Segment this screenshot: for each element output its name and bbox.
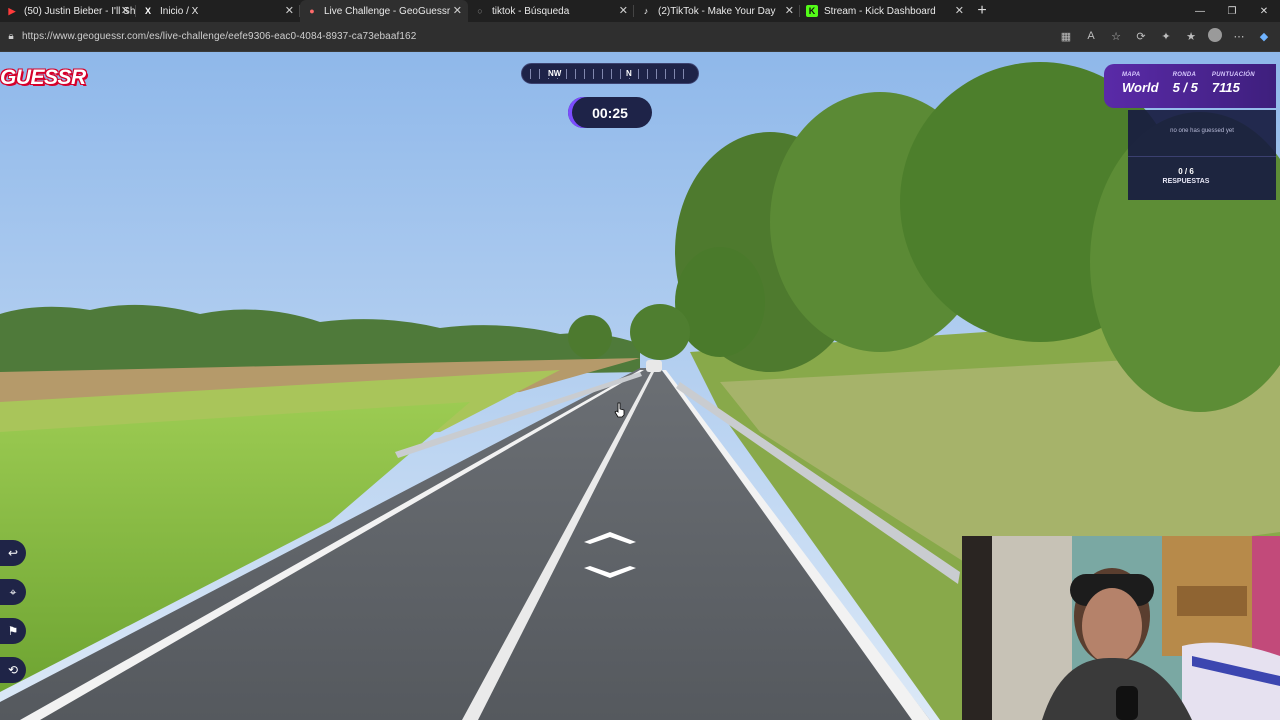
- address-bar: 🔒︎ https://www.geoguessr.com/es/live-cha…: [0, 22, 1280, 52]
- new-tab-button[interactable]: +: [970, 0, 994, 22]
- compass-bar: NW N: [521, 63, 699, 84]
- webcam-feed-image: [962, 536, 1280, 720]
- app-available-icon[interactable]: ▦: [1058, 28, 1074, 44]
- divider: [1128, 156, 1276, 157]
- close-tab-icon[interactable]: ✕: [619, 4, 628, 17]
- favorites-icon[interactable]: ★: [1183, 28, 1199, 44]
- tab-label: tiktok - Búsqueda: [492, 5, 570, 17]
- tab-label: Stream - Kick Dashboard: [824, 5, 936, 17]
- close-window-icon[interactable]: ✕: [1248, 0, 1280, 22]
- tab-label: (2)TikTok - Make Your Day: [658, 5, 776, 17]
- flag-button[interactable]: ⚑: [0, 618, 26, 644]
- close-tab-icon[interactable]: ✕: [785, 4, 794, 17]
- tab-kick[interactable]: K Stream - Kick Dashboard ✕: [800, 0, 970, 22]
- undo-button[interactable]: ⟲: [0, 657, 26, 683]
- score-label: PUNTUACIÓN: [1211, 72, 1255, 78]
- copilot-icon[interactable]: ◆: [1256, 28, 1272, 44]
- return-to-start-button[interactable]: ↩: [0, 540, 26, 566]
- map-pin-icon: ⌖: [9, 584, 17, 599]
- compass-label-n: N: [624, 69, 634, 78]
- profile-avatar[interactable]: [1208, 28, 1222, 42]
- close-tab-icon[interactable]: ✕: [121, 4, 130, 17]
- guesses-panel: no one has guessed yet 0 / 6 RESPUESTAS: [1128, 110, 1276, 200]
- round-value: 5 / 5: [1172, 80, 1198, 95]
- backward-arrow-icon: [584, 566, 636, 578]
- kick-icon: K: [806, 5, 818, 17]
- map-value: World: [1122, 80, 1159, 95]
- search-icon: ○: [477, 6, 483, 16]
- flag-icon: ⚑: [7, 624, 19, 638]
- close-tab-icon[interactable]: ✕: [453, 4, 462, 17]
- tab-label: Live Challenge - GeoGuessr: [324, 5, 451, 17]
- forward-arrow-icon: [584, 532, 636, 544]
- window-controls: — ❐ ✕: [1184, 0, 1280, 22]
- tab-tiktok[interactable]: ♪ (2)TikTok - Make Your Day ✕: [634, 0, 800, 22]
- tiktok-icon: ♪: [643, 6, 649, 16]
- minimize-icon[interactable]: —: [1184, 0, 1216, 22]
- no-guesses-text: no one has guessed yet: [1170, 128, 1234, 134]
- undo-icon: ⟲: [7, 663, 19, 677]
- tab-geoguessr[interactable]: ● Live Challenge - GeoGuessr ✕: [300, 0, 468, 22]
- browser-tabbar: ▶ (50) Justin Bieber - I'll Show You ✕ X…: [0, 0, 1280, 22]
- url-field[interactable]: https://www.geoguessr.com/es/live-challe…: [22, 31, 416, 42]
- geoguessr-icon: ●: [309, 6, 315, 16]
- tab-youtube[interactable]: ▶ (50) Justin Bieber - I'll Show You ✕: [0, 0, 136, 22]
- hand-cursor-icon: [614, 402, 625, 418]
- more-menu-icon[interactable]: ⋯: [1231, 28, 1247, 44]
- round-label: RONDA: [1172, 72, 1197, 78]
- lock-icon[interactable]: 🔒︎: [4, 30, 18, 44]
- compass-label-nw: NW: [546, 69, 564, 78]
- close-tab-icon[interactable]: ✕: [285, 4, 294, 17]
- guess-count-label: RESPUESTAS: [1162, 178, 1210, 185]
- score-value: 7115: [1211, 80, 1240, 95]
- webcam-overlay: [962, 536, 1280, 720]
- round-timer: 00:25: [568, 97, 652, 128]
- youtube-icon: ▶: [8, 5, 16, 16]
- tab-label: Inicio / X: [160, 5, 199, 17]
- guess-count: 0 / 6: [1178, 167, 1194, 176]
- close-tab-icon[interactable]: ✕: [955, 4, 964, 17]
- return-icon: ↩: [7, 546, 19, 560]
- favorite-star-icon[interactable]: ☆: [1108, 28, 1124, 44]
- tab-tiktok-search[interactable]: ○ tiktok - Búsqueda ✕: [468, 0, 634, 22]
- extensions-icon[interactable]: ✦: [1158, 28, 1174, 44]
- map-label: MAPA: [1122, 72, 1141, 78]
- map-pin-button[interactable]: ⌖: [0, 579, 26, 605]
- tab-x[interactable]: X Inicio / X ✕: [136, 0, 300, 22]
- refresh-icon[interactable]: ⟳: [1133, 28, 1149, 44]
- geoguessr-logo[interactable]: GUESSR: [0, 64, 92, 90]
- maximize-icon[interactable]: ❐: [1216, 0, 1248, 22]
- read-aloud-icon[interactable]: A: [1083, 28, 1099, 44]
- move-arrows[interactable]: [578, 530, 642, 582]
- game-status-panel: MAPA World RONDA 5 / 5 PUNTUACIÓN 7115: [1104, 64, 1276, 108]
- x-icon: X: [144, 6, 151, 16]
- tab-label: (50) Justin Bieber - I'll Show You: [24, 5, 136, 17]
